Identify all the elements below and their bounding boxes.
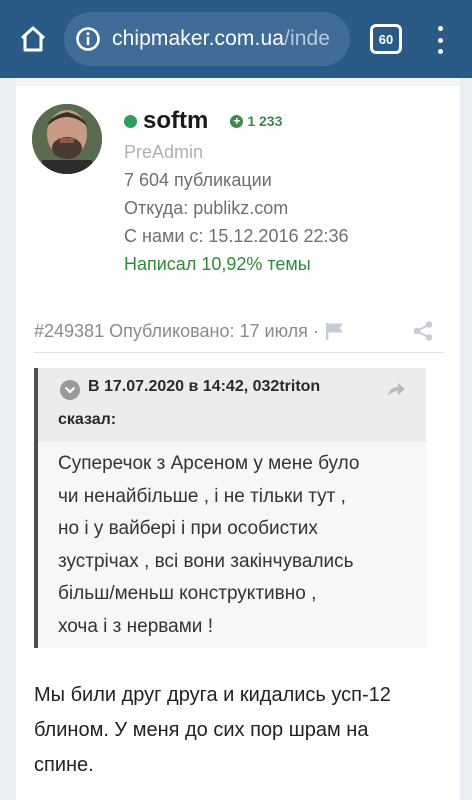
quote-header: В 17.07.2020 в 14:42, 032triton сказал: (38, 368, 426, 442)
tab-switcher-button[interactable]: 60 (370, 24, 402, 54)
browser-toolbar: chipmaker.com.ua/inde 60 (0, 0, 472, 78)
avatar[interactable] (32, 104, 102, 174)
quote-line: зустрічах , всі вони закінчувались (58, 550, 354, 572)
plus-icon: + (230, 114, 244, 128)
author-info: softm + 1 233 PreAdmin 7 604 публикации … (124, 106, 349, 278)
post-text: Мы били друг друга и кидались усп-12 бли… (34, 678, 434, 783)
info-icon[interactable] (64, 12, 112, 66)
divider (34, 352, 444, 353)
quote-line: чи ненайбільше , і не тільки тут , (58, 485, 346, 507)
chevron-down-icon[interactable] (60, 380, 80, 400)
quote-line: хоча і з нервами ! (58, 615, 213, 637)
post-line: блином. У меня до сих пор шрам на (34, 719, 369, 741)
overflow-menu-icon[interactable] (428, 22, 452, 58)
share-icon[interactable] (412, 320, 434, 342)
home-icon[interactable] (14, 20, 52, 58)
author-role: PreAdmin (124, 142, 204, 162)
card-top-edge (16, 78, 460, 86)
quote-line: більш/меньш конструктивно , (58, 583, 317, 604)
url-path: /inde (284, 27, 331, 50)
url-text: chipmaker.com.ua/inde (112, 27, 330, 51)
post-line: спине. (34, 754, 94, 776)
author-post-count: 7 604 публикации (124, 170, 272, 190)
flag-icon[interactable] (325, 322, 345, 340)
quote-line: но і у вайбері і при особистих (58, 518, 318, 539)
quote-citation: В 17.07.2020 в 14:42, 032triton (88, 378, 321, 395)
reputation-value: 1 233 (247, 113, 283, 129)
post-meta: #249381 Опубликовано: 17 июля · (34, 318, 434, 344)
author-username[interactable]: softm (143, 107, 208, 135)
online-status-icon (124, 114, 137, 128)
address-bar[interactable]: chipmaker.com.ua/inde (64, 12, 350, 66)
author-location: Откуда: publikz.com (124, 198, 289, 218)
author-joined: С нами с: 15.12.2016 22:36 (124, 226, 349, 246)
quote-block: В 17.07.2020 в 14:42, 032triton сказал: … (34, 368, 426, 648)
quote-text: Суперечок з Арсеном у мене було чи ненай… (58, 448, 418, 643)
quote-line: Суперечок з Арсеном у мене було (58, 453, 360, 474)
post-permalink[interactable]: #249381 Опубликовано: 17 июля · (34, 321, 319, 342)
url-domain: chipmaker.com.ua (112, 27, 285, 50)
reputation-badge: + 1 233 (230, 113, 282, 129)
post-line: Мы били друг друга и кидались усп-12 (34, 684, 391, 706)
go-to-quote-icon[interactable] (386, 380, 406, 398)
author-topic-share: Написал 10,92% темы (124, 254, 311, 274)
quote-citation-said: сказал: (58, 411, 117, 428)
